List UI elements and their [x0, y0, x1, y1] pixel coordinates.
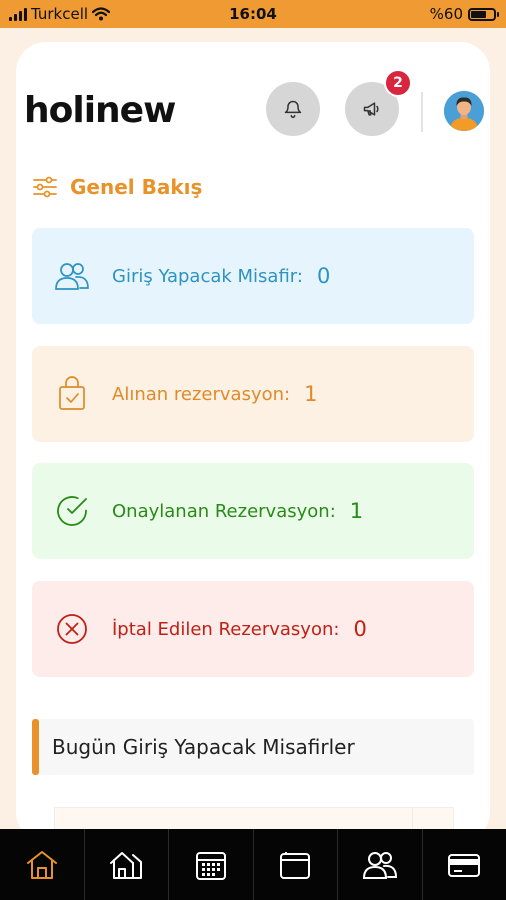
overview-title-text: Genel Bakış: [70, 175, 203, 199]
calendar-icon: [195, 851, 226, 880]
battery-percent: %60: [429, 5, 463, 23]
check-circle-icon: [54, 493, 90, 529]
battery-icon: [468, 7, 499, 21]
x-circle-icon: [54, 611, 90, 647]
today-guests-title: Bugün Giriş Yapacak Misafirler: [52, 735, 355, 759]
main-card: holinew 2 Genel Bakış Giriş Yapacak Misa…: [16, 42, 490, 842]
megaphone-icon: [363, 102, 379, 116]
stat-value: 1: [304, 382, 318, 406]
user-avatar[interactable]: [444, 91, 484, 131]
today-guests-header: Bugün Giriş Yapacak Misafirler: [32, 719, 474, 775]
avatar-person-icon: [444, 91, 484, 131]
tab-wallet[interactable]: [254, 829, 338, 900]
credit-card-icon: [448, 853, 481, 877]
battery-group: %60: [429, 5, 499, 23]
stat-card-approved-reservations[interactable]: Onaylanan Rezervasyon: 1: [32, 463, 474, 559]
tab-home[interactable]: [0, 829, 85, 900]
stat-label: İptal Edilen Rezervasyon:: [112, 618, 340, 640]
users-icon: [362, 851, 397, 879]
users-icon: [54, 258, 90, 294]
building-icon: [110, 851, 143, 879]
notification-badge: 2: [384, 69, 412, 97]
sliders-icon: [33, 176, 57, 198]
stat-label: Giriş Yapacak Misafir:: [112, 265, 303, 287]
home-icon: [26, 850, 57, 879]
overview-title: Genel Bakış: [32, 175, 202, 199]
stat-card-received-reservations[interactable]: Alınan rezervasyon: 1: [32, 346, 474, 442]
notifications-button[interactable]: [266, 82, 320, 136]
bell-icon: [284, 100, 302, 119]
app-logo[interactable]: holinew: [24, 90, 176, 131]
stat-value: 0: [316, 264, 331, 288]
stat-value: 1: [349, 499, 364, 523]
stat-label: Onaylanan Rezervasyon:: [112, 500, 336, 522]
stat-card-arriving-guests[interactable]: Giriş Yapacak Misafir: 0: [32, 228, 474, 324]
stat-value: 0: [353, 617, 367, 641]
tab-payments[interactable]: [423, 829, 506, 900]
stat-card-cancelled-reservations[interactable]: İptal Edilen Rezervasyon: 0: [32, 581, 474, 677]
tab-guests[interactable]: [338, 829, 423, 900]
tab-properties[interactable]: [85, 829, 169, 900]
tab-calendar[interactable]: [169, 829, 254, 900]
wallet-icon: [280, 851, 311, 879]
header-divider: [421, 92, 423, 132]
shopping-bag-check-icon: [54, 376, 90, 412]
bottom-tab-bar: [0, 829, 506, 900]
stat-label: Alınan rezervasyon:: [112, 383, 291, 405]
status-bar: Turkcell 16:04 %60: [0, 0, 506, 28]
